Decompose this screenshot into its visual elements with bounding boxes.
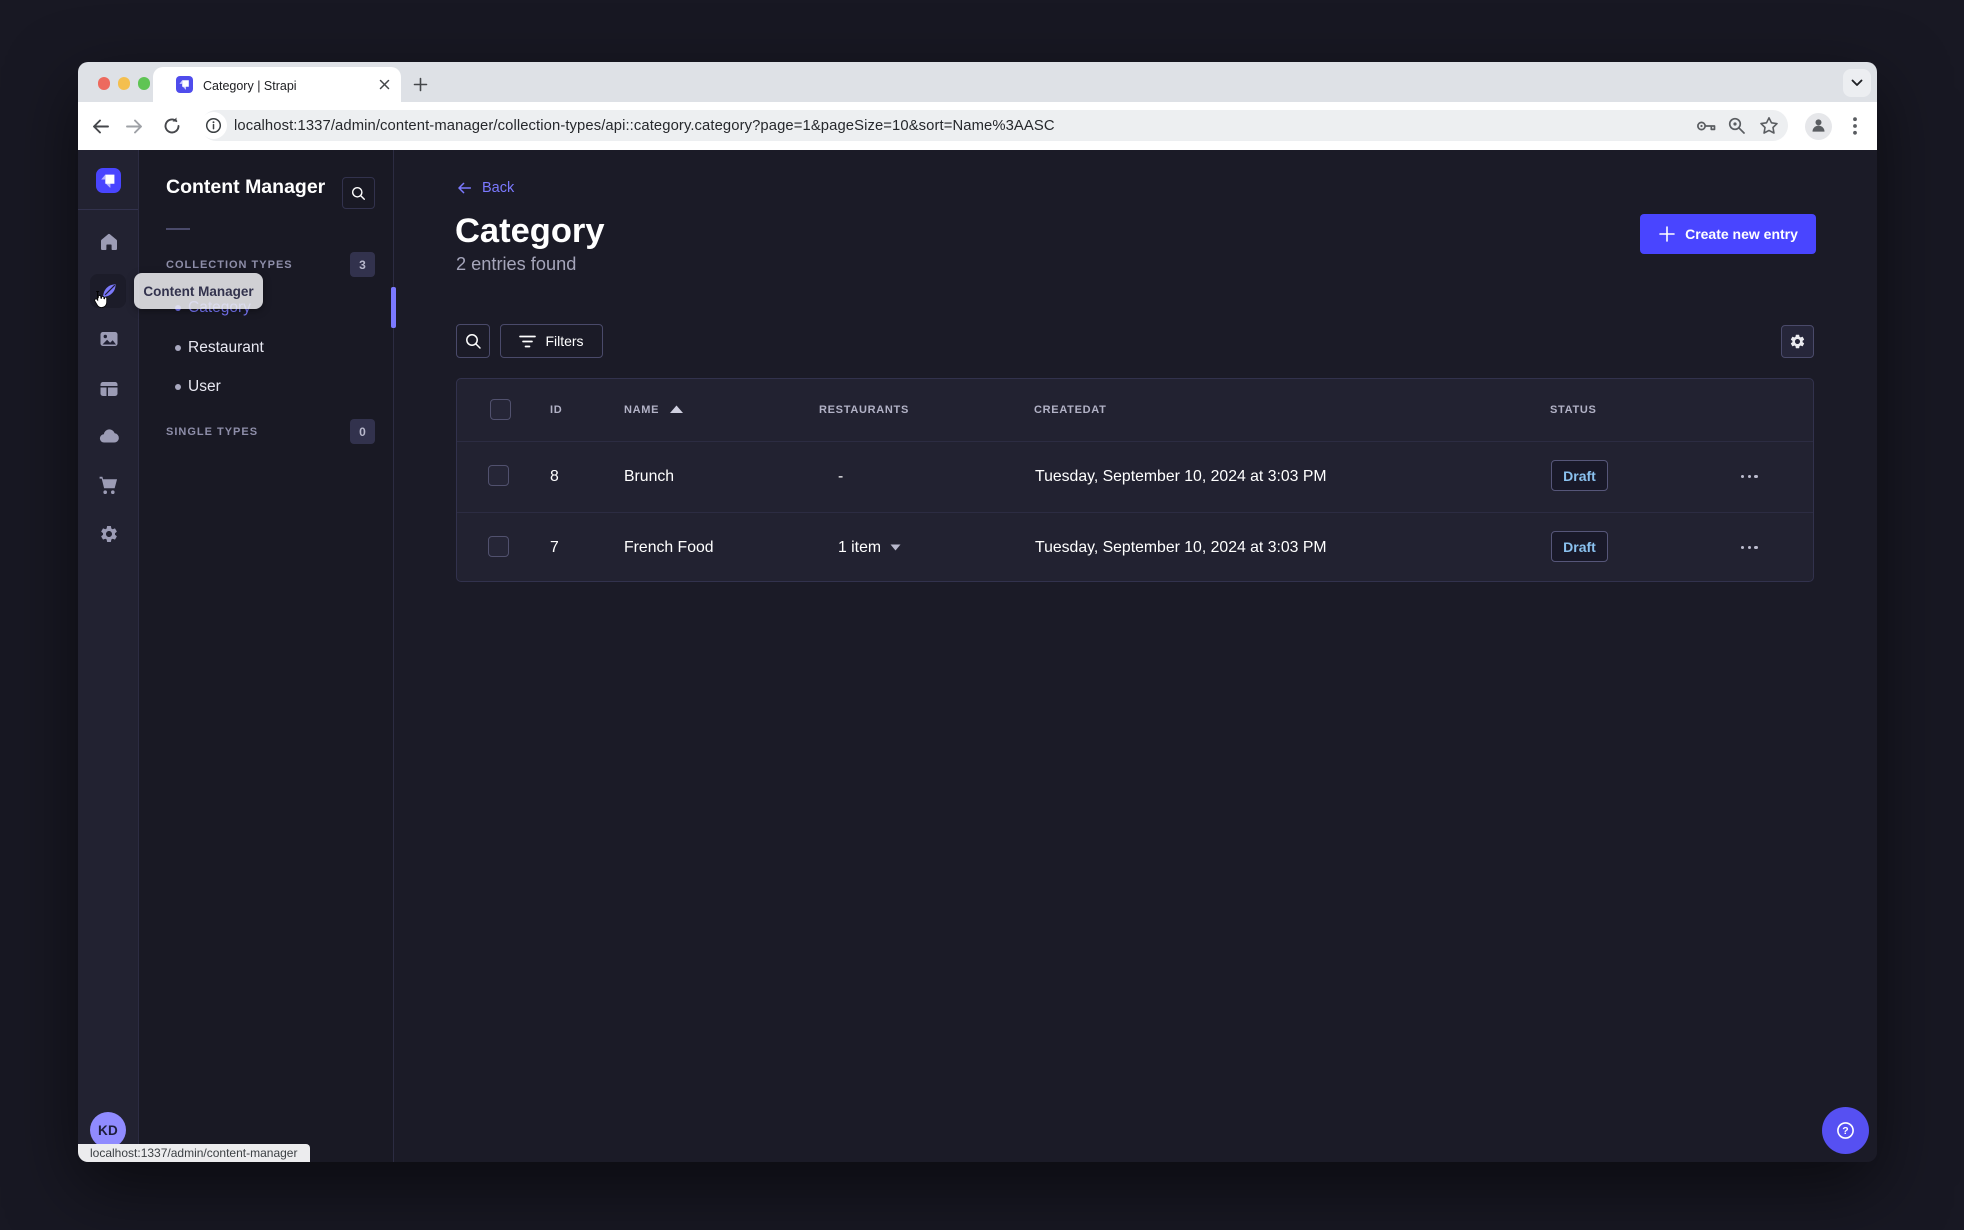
svg-text:?: ? (1842, 1125, 1848, 1137)
